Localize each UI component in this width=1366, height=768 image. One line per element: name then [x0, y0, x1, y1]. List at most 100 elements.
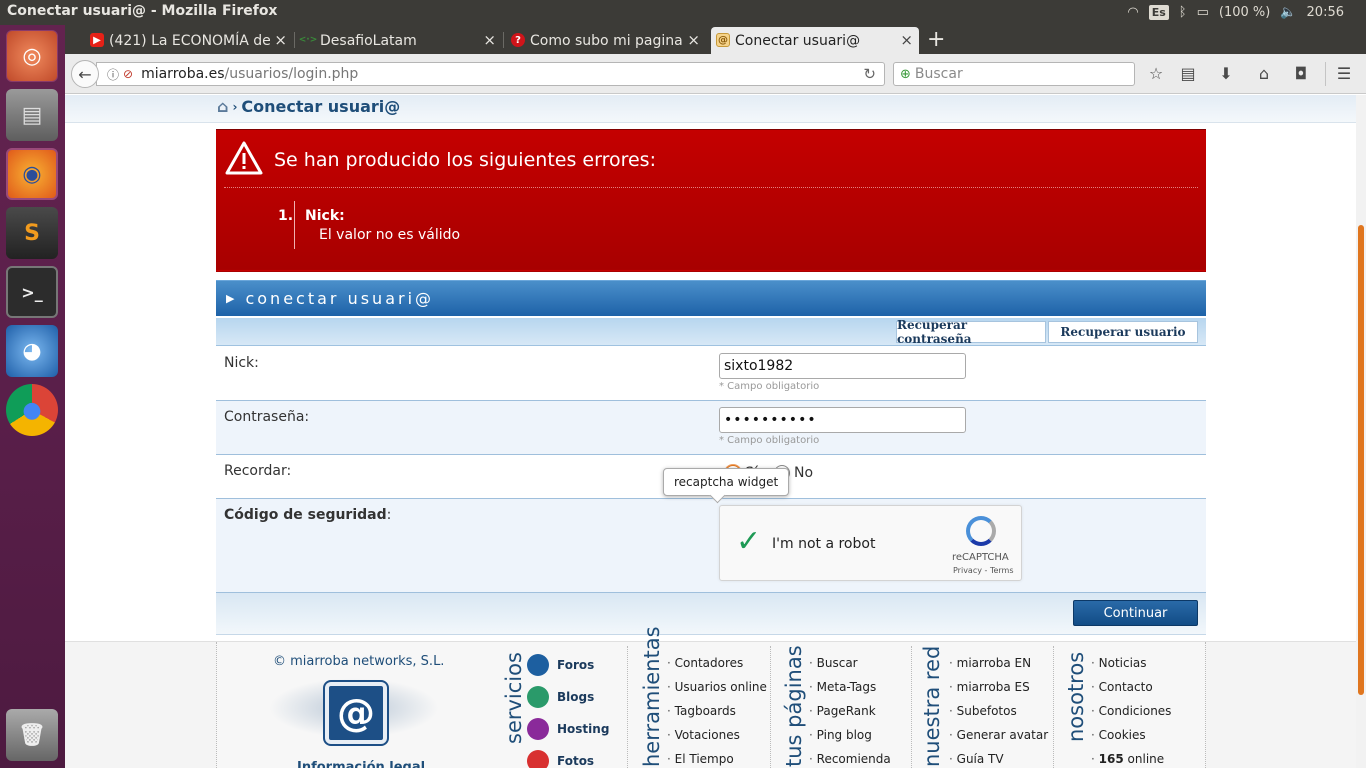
bookmark-star-icon[interactable]: ☆ — [1145, 64, 1167, 83]
footer-link[interactable]: Condiciones — [1091, 704, 1172, 718]
footer-link[interactable]: PageRank — [809, 704, 876, 718]
close-tab-icon[interactable]: × — [483, 31, 496, 49]
camera-icon — [527, 750, 549, 768]
footer-service-foros[interactable]: Foros — [527, 654, 594, 676]
scrollbar-thumb[interactable] — [1358, 225, 1364, 695]
fish-app-icon[interactable]: ◕ — [6, 325, 58, 377]
footer-col-nosotros: nosotros — [1064, 652, 1088, 743]
firefox-icon[interactable]: ◉ — [6, 148, 58, 200]
battery-icon[interactable]: ▭ — [1197, 5, 1209, 20]
nick-row: Nick: sixto1982 * Campo obligatorio — [216, 347, 1206, 401]
nick-input[interactable]: sixto1982 — [719, 353, 966, 379]
continue-button[interactable]: Continuar — [1073, 600, 1198, 626]
back-button[interactable]: ← — [71, 60, 99, 88]
page-scrollbar[interactable] — [1356, 95, 1366, 768]
footer-link[interactable]: Contadores — [667, 656, 744, 670]
footer-link[interactable]: Cookies — [1091, 728, 1146, 742]
pencil-icon — [527, 686, 549, 708]
document-icon — [527, 718, 549, 740]
footer-inner: © miarroba networks, S.L. @ Información … — [216, 626, 1206, 768]
footer-service-blogs[interactable]: Blogs — [527, 686, 594, 708]
insecure-connection-icon[interactable]: ⊘ — [123, 67, 133, 81]
footer-link[interactable]: Votaciones — [667, 728, 740, 742]
battery-percentage: (100 %) — [1218, 5, 1271, 20]
home-icon[interactable]: ⌂ — [217, 97, 228, 116]
footer-link[interactable]: Usuarios online — [667, 680, 767, 694]
error-message: El valor no es válido — [319, 227, 461, 243]
tab-label: (421) La ECONOMÍA de — [109, 32, 271, 49]
footer-link[interactable]: Meta-Tags — [809, 680, 877, 694]
close-tab-icon[interactable]: × — [274, 31, 287, 49]
footer-link[interactable]: El Tiempo — [667, 752, 734, 766]
footer-link[interactable]: Ping blog — [809, 728, 872, 742]
volume-icon[interactable]: 🔈 — [1280, 5, 1296, 20]
footer-link[interactable]: Subefotos — [949, 704, 1017, 718]
footer-link[interactable]: Noticias — [1091, 656, 1147, 670]
footer-link[interactable]: miarroba ES — [949, 680, 1030, 694]
wifi-icon[interactable]: ◠ — [1127, 5, 1138, 20]
footer-link[interactable]: Tagboards — [667, 704, 736, 718]
recaptcha-label: I'm not a robot — [772, 536, 876, 552]
keyboard-layout-indicator[interactable]: Es — [1148, 5, 1169, 20]
home-icon[interactable]: ⌂ — [1253, 64, 1275, 83]
search-bar[interactable]: ⊕ Buscar — [893, 62, 1135, 86]
footer-service-hosting[interactable]: Hosting — [527, 718, 609, 740]
recover-password-button[interactable]: Recuperar contraseña — [896, 318, 1046, 346]
legal-info-link[interactable]: Información legal — [297, 760, 425, 768]
footer-divider — [1053, 646, 1054, 768]
pocket-icon[interactable]: ◘ — [1290, 64, 1312, 83]
search-placeholder: Buscar — [914, 66, 963, 82]
footer-link[interactable]: miarroba EN — [949, 656, 1031, 670]
tab-separator — [503, 32, 504, 48]
new-tab-button[interactable]: + — [927, 27, 945, 52]
password-label: Contraseña: — [224, 409, 310, 425]
footer-link[interactable]: Buscar — [809, 656, 858, 670]
remember-no-label: No — [794, 465, 814, 481]
footer-link[interactable]: Guía TV — [949, 752, 1004, 766]
tab-desafiolatam[interactable]: <·> DesafioLatam × — [296, 27, 502, 54]
tab-youtube[interactable]: ▶ (421) La ECONOMÍA de × — [85, 27, 293, 54]
checkmark-icon[interactable]: ✓ — [736, 524, 761, 559]
required-note: * Campo obligatorio — [719, 381, 820, 392]
recaptcha-brand: reCAPTCHA — [952, 552, 1009, 563]
form-subbar: Recuperar contraseña Recuperar usuario — [216, 318, 1206, 346]
form-title: conectar usuari@ — [245, 289, 435, 308]
bluetooth-icon[interactable]: ᛒ — [1179, 5, 1187, 20]
recover-user-button[interactable]: Recuperar usuario — [1048, 321, 1198, 343]
system-top-bar: Conectar usuari@ - Mozilla Firefox ◠ Es … — [0, 0, 1366, 25]
tab-conectar-usuario[interactable]: @ Conectar usuari@ × — [711, 27, 919, 54]
chevron-right-icon: › — [232, 99, 238, 114]
chrome-icon[interactable]: ● — [6, 384, 58, 436]
menu-icon[interactable]: ☰ — [1333, 64, 1355, 83]
footer-link[interactable]: Generar avatar — [949, 728, 1049, 742]
breadcrumb-band: ⌂ › Conectar usuari@ — [65, 95, 1356, 123]
submit-bar: Continuar — [216, 593, 1206, 635]
required-note: * Campo obligatorio — [719, 435, 820, 446]
recaptcha-widget[interactable]: ✓ I'm not a robot reCAPTCHA Privacy - Te… — [719, 505, 1022, 581]
clock[interactable]: 20:56 — [1307, 5, 1344, 20]
sublime-text-icon[interactable]: S — [6, 207, 58, 259]
footer-divider — [627, 646, 628, 768]
search-engine-icon[interactable]: ⊕ — [900, 67, 911, 82]
password-input[interactable]: •••••••••• — [719, 407, 966, 433]
ubuntu-logo-icon[interactable]: ◎ — [6, 30, 58, 82]
recaptcha-logo-icon — [966, 516, 996, 546]
tab-label: DesafioLatam — [320, 32, 417, 49]
remember-label: Recordar: — [224, 463, 292, 479]
footer-link[interactable]: Contacto — [1091, 680, 1153, 694]
reload-icon[interactable]: ↻ — [863, 65, 876, 83]
downloads-icon[interactable]: ⬇ — [1215, 64, 1237, 83]
tab-como-subo[interactable]: ? Como subo mi pagina × — [506, 27, 706, 54]
close-tab-icon[interactable]: × — [900, 31, 913, 49]
page-content: ⌂ › Conectar usuari@ Se han producido lo… — [65, 95, 1356, 768]
terminal-icon[interactable]: >_ — [6, 266, 58, 318]
reading-list-icon[interactable]: ▤ — [1177, 64, 1199, 83]
files-icon[interactable]: ▤ — [6, 89, 58, 141]
recaptcha-privacy-links[interactable]: Privacy - Terms — [953, 566, 1014, 575]
footer-link[interactable]: Recomienda — [809, 752, 891, 766]
info-icon[interactable]: ⓘ — [107, 66, 119, 83]
close-tab-icon[interactable]: × — [687, 31, 700, 49]
footer-service-fotos[interactable]: Fotos — [527, 750, 594, 768]
url-bar[interactable]: ⓘ ⊘ miarroba.es/usuarios/login.php ↻ — [96, 62, 885, 86]
trash-icon[interactable]: 🗑 — [6, 709, 58, 761]
